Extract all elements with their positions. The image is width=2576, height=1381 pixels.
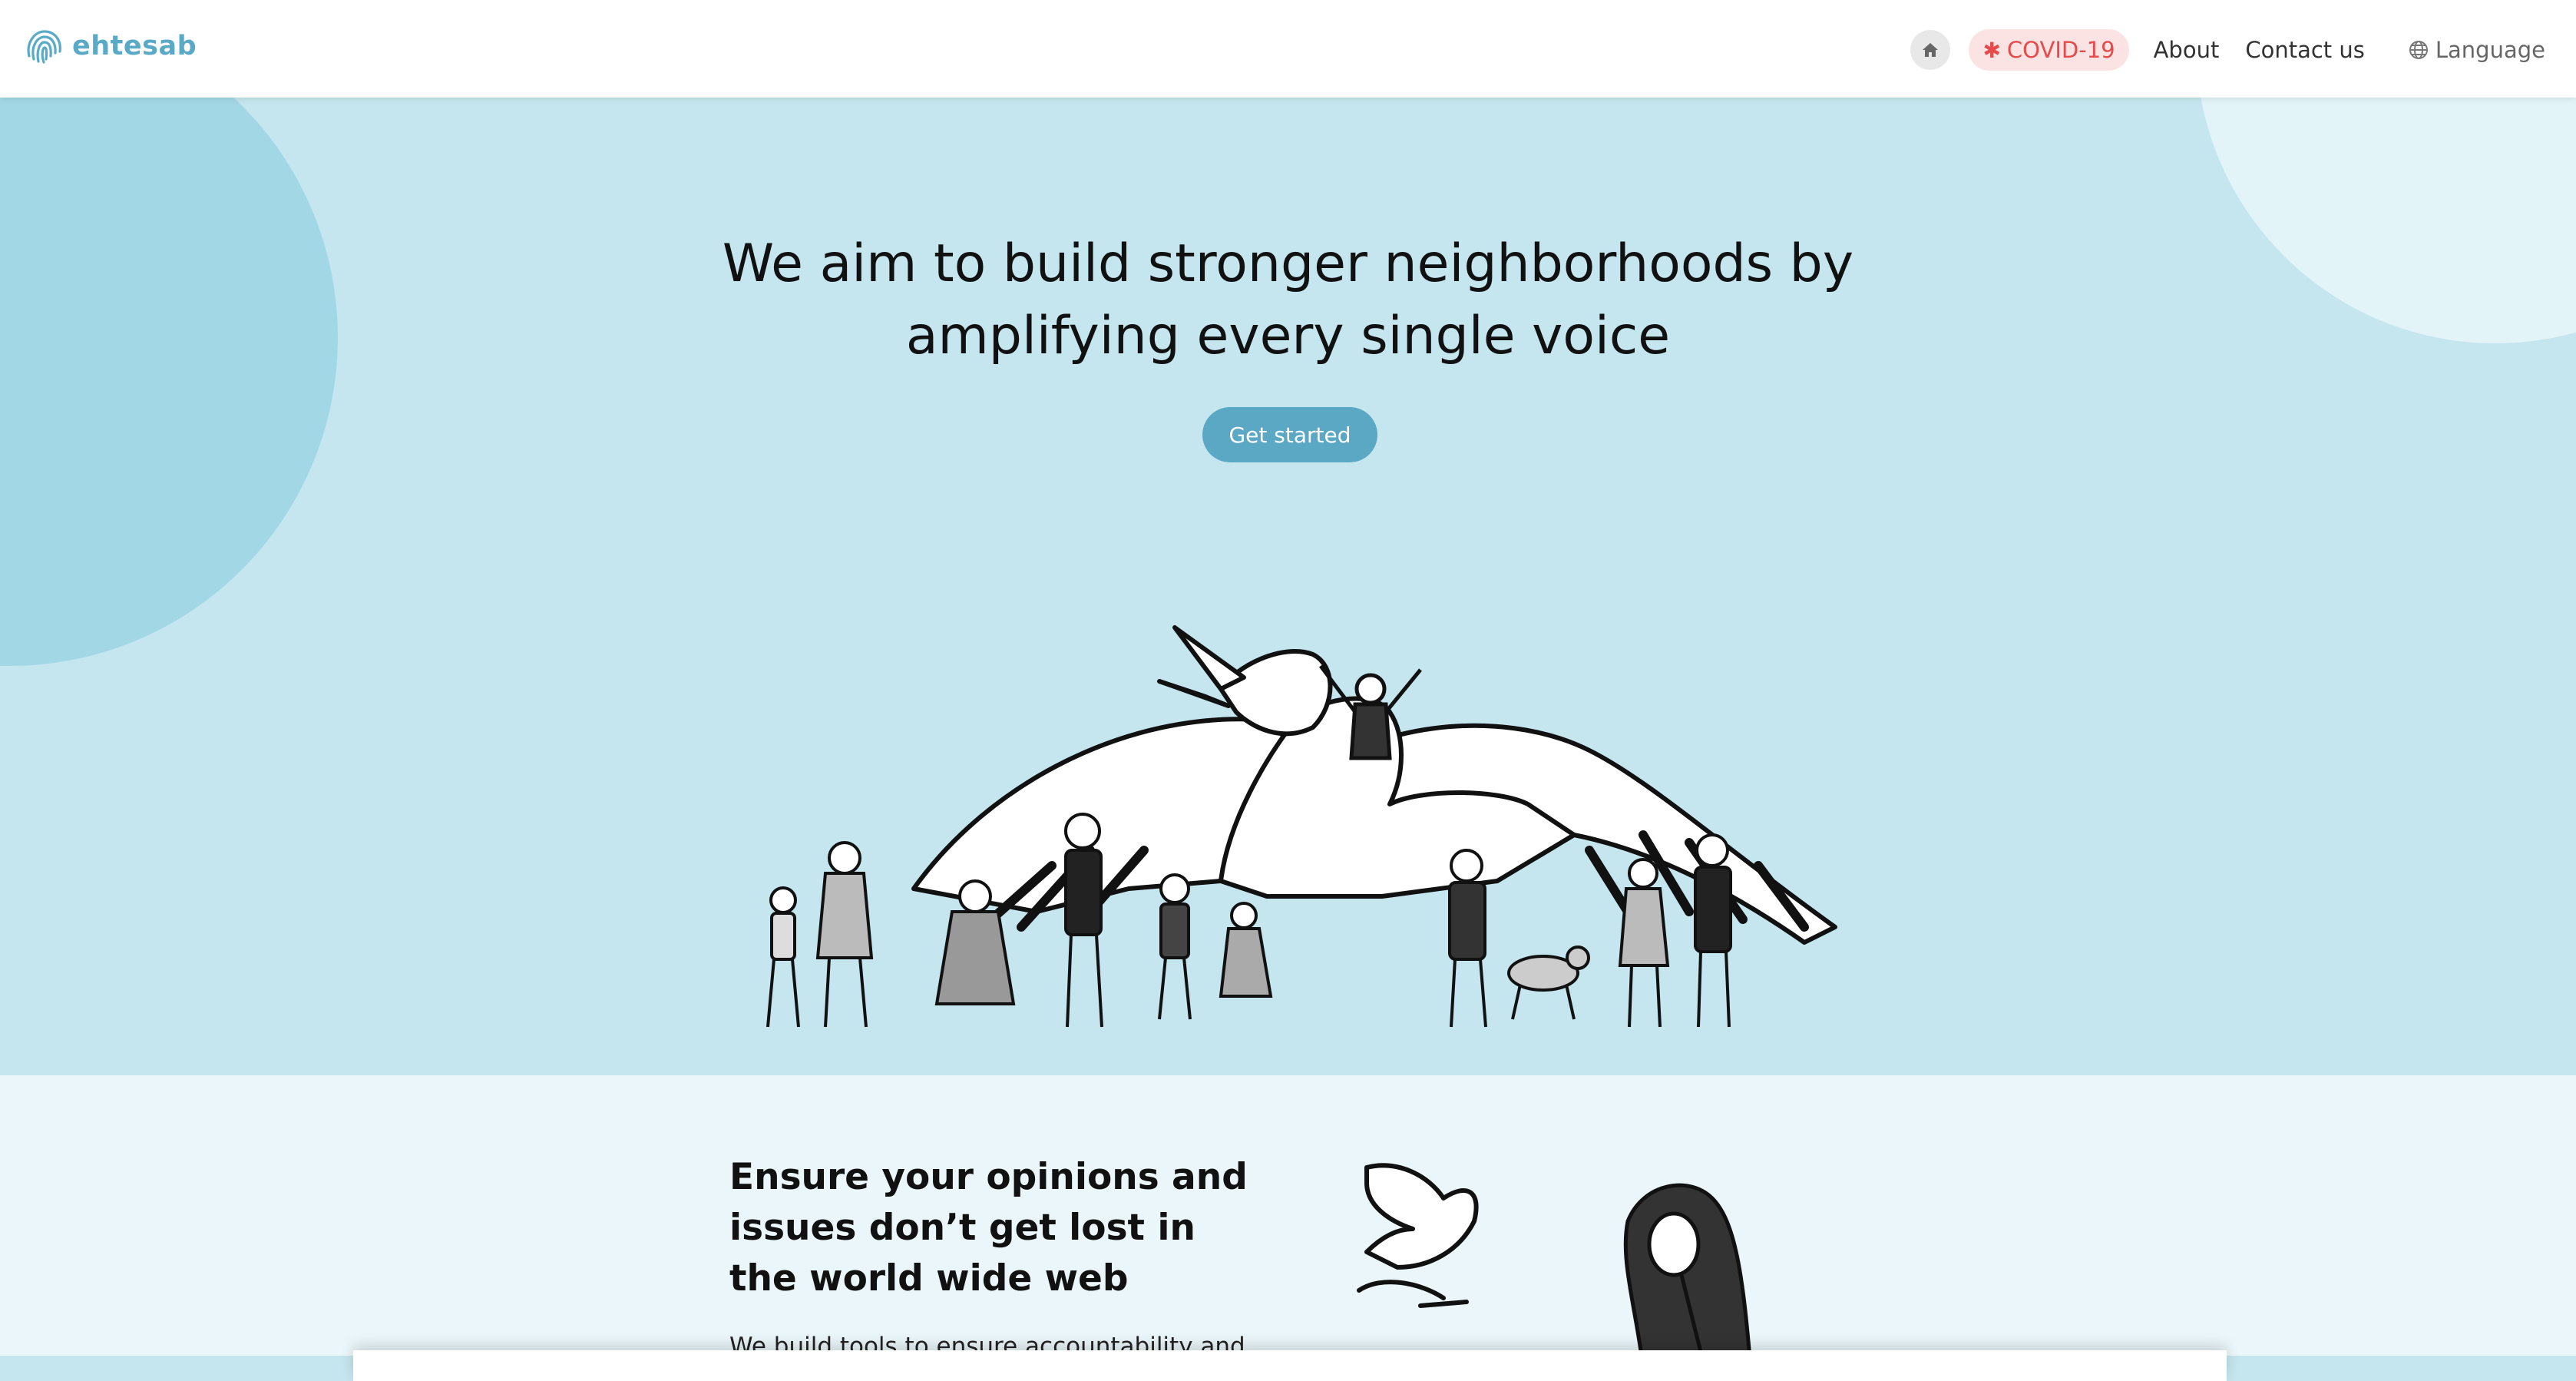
logo-text: ehtesab <box>72 31 197 61</box>
hero-section: We aim to build stronger neighborhoods b… <box>0 98 2576 1075</box>
logo-link[interactable]: ehtesab <box>23 25 197 68</box>
person-figure <box>1618 858 1670 1028</box>
covid-19-label: COVID-19 <box>2006 37 2115 63</box>
top-navbar: ehtesab ✱ COVID-19 About Contact us Lang… <box>0 0 2576 98</box>
globe-icon <box>2409 41 2428 59</box>
asterisk-icon: ✱ <box>1982 37 2001 63</box>
decorative-circle-left <box>0 98 338 666</box>
person-figure <box>815 841 874 1028</box>
get-started-button[interactable]: Get started <box>1202 407 1377 462</box>
person-figure <box>1219 902 1273 998</box>
dog-figure <box>1507 946 1590 1020</box>
hero-title-line-1: We aim to build stronger neighborhoods b… <box>722 233 1854 294</box>
language-selector[interactable]: Language <box>2408 37 2545 63</box>
features-section: Ensure your opinions and issues don’t ge… <box>0 1075 2576 1356</box>
covid-19-button[interactable]: ✱ COVID-19 <box>1969 29 2129 71</box>
person-figure <box>1158 873 1192 1020</box>
person-figure <box>766 886 800 1028</box>
language-label: Language <box>2435 37 2545 63</box>
bottom-card-edge <box>353 1350 2227 1381</box>
hero-title-line-2: amplifying every single voice <box>905 306 1671 366</box>
nav-menu: ✱ COVID-19 About Contact us Language <box>1910 29 2545 71</box>
hero-title: We aim to build stronger neighborhoods b… <box>0 228 2576 373</box>
features-heading: Ensure your opinions and issues don’t ge… <box>729 1156 1248 1300</box>
dove-with-people-illustration <box>766 625 1837 1028</box>
home-icon <box>1923 43 1939 57</box>
fingerprint-icon <box>27 30 61 64</box>
nav-contact-link[interactable]: Contact us <box>2245 37 2365 63</box>
home-button[interactable] <box>1910 30 1951 70</box>
woman-with-dove-illustration <box>1357 1163 1752 1356</box>
nav-about-link[interactable]: About <box>2154 37 2220 63</box>
